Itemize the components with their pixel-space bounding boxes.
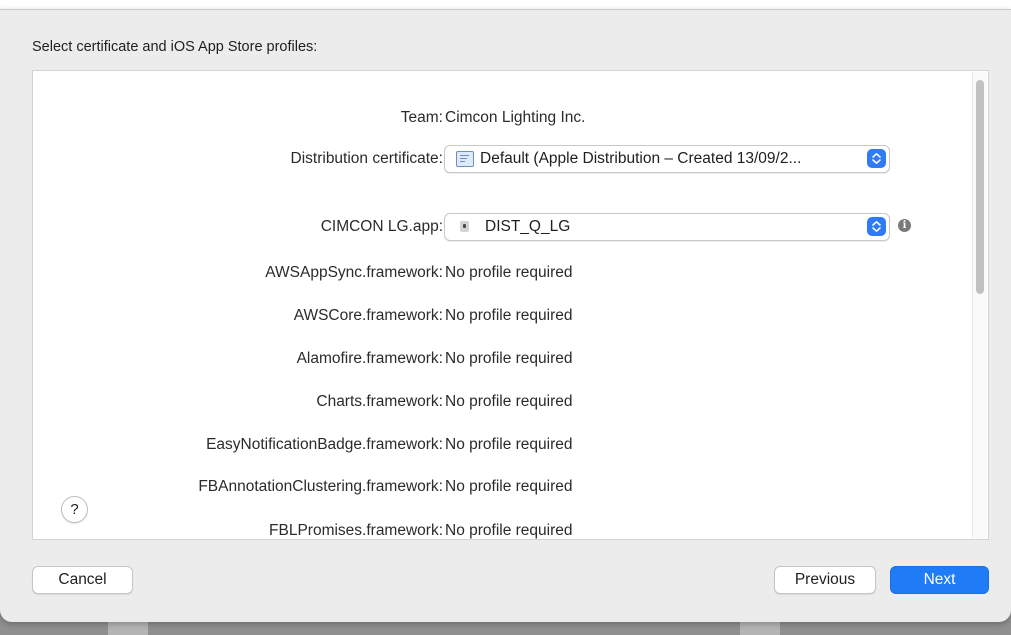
app-profile-label: CIMCON LG.app: (320, 218, 443, 235)
distribution-certificate-label: Distribution certificate: (290, 150, 443, 167)
framework-value: No profile required (445, 307, 573, 324)
distribution-certificate-value: Default (Apple Distribution – Created 13… (480, 150, 802, 167)
distribution-certificate-popup[interactable]: Default (Apple Distribution – Created 13… (444, 145, 890, 173)
popup-stepper-icon (867, 149, 886, 168)
framework-label: AWSCore.framework: (293, 307, 443, 324)
app-profile-popup[interactable]: DIST_Q_LG (444, 213, 890, 241)
sheet-heading: Select certificate and iOS App Store pro… (32, 39, 318, 55)
framework-value: No profile required (445, 522, 573, 539)
framework-value: No profile required (445, 436, 573, 453)
export-options-sheet: Select certificate and iOS App Store pro… (0, 9, 1011, 622)
provisioning-profile-icon (460, 221, 469, 232)
framework-row: AWSAppSync.framework: No profile require… (33, 261, 973, 285)
scrollbar-thumb[interactable] (976, 80, 984, 294)
previous-button[interactable]: Previous (774, 566, 876, 594)
framework-row: Charts.framework: No profile required (33, 390, 973, 414)
vertical-scrollbar[interactable] (972, 72, 987, 538)
team-label: Team: (400, 109, 443, 126)
window-backdrop-top (0, 0, 1011, 9)
framework-label: EasyNotificationBadge.framework: (206, 436, 443, 453)
framework-value: No profile required (445, 478, 573, 495)
framework-label: FBAnnotationClustering.framework: (198, 478, 443, 495)
team-value: Cimcon Lighting Inc. (445, 109, 586, 126)
framework-label: FBLPromises.framework: (269, 522, 443, 539)
info-icon[interactable]: i (898, 219, 911, 232)
framework-row: FBLPromises.framework: No profile requir… (33, 519, 973, 539)
team-row: Team: Cimcon Lighting Inc. (33, 106, 973, 130)
framework-row: Alamofire.framework: No profile required (33, 347, 973, 371)
framework-value: No profile required (445, 393, 573, 410)
framework-row: EasyNotificationBadge.framework: No prof… (33, 433, 973, 457)
framework-row: AWSCore.framework: No profile required (33, 304, 973, 328)
next-button[interactable]: Next (890, 566, 989, 594)
framework-label: Charts.framework: (316, 393, 443, 410)
app-profile-value: DIST_Q_LG (485, 218, 571, 235)
framework-row: FBAnnotationClustering.framework: No pro… (33, 475, 973, 499)
certificate-icon (456, 151, 474, 167)
framework-label: Alamofire.framework: (296, 350, 443, 367)
framework-label: AWSAppSync.framework: (265, 264, 443, 281)
framework-value: No profile required (445, 350, 573, 367)
cancel-button[interactable]: Cancel (32, 566, 133, 594)
popup-stepper-icon (867, 217, 886, 236)
framework-value: No profile required (445, 264, 573, 281)
profiles-panel[interactable]: Team: Cimcon Lighting Inc. Distribution … (32, 70, 989, 540)
help-button[interactable]: ? (61, 496, 88, 523)
